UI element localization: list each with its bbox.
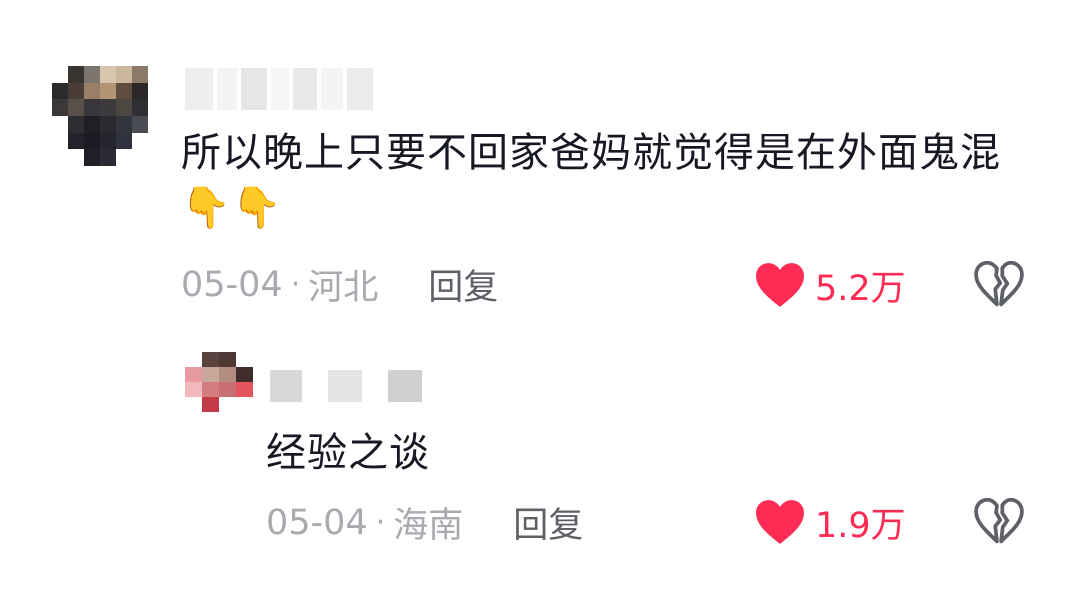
reply-button[interactable]: 回复: [428, 259, 498, 310]
heart-icon: [756, 500, 804, 544]
avatar[interactable]: [185, 352, 253, 412]
meta-separator: ·: [290, 267, 301, 302]
heart-icon: [756, 263, 804, 307]
username-blurred[interactable]: [270, 370, 422, 402]
comment-date: 05-04: [181, 264, 283, 305]
like-button[interactable]: 1.9万: [755, 497, 906, 547]
dislike-button[interactable]: [974, 260, 1024, 311]
like-button[interactable]: 5.2万: [755, 260, 906, 310]
broken-heart-icon: [974, 497, 1024, 544]
like-count: 5.2万: [815, 268, 906, 309]
comment-meta: 05-04 · 河北 回复: [181, 259, 498, 310]
broken-heart-icon: [974, 260, 1024, 307]
meta-separator: ·: [375, 505, 386, 540]
comment-meta: 05-04 · 海南 回复: [266, 497, 583, 548]
avatar[interactable]: [52, 66, 164, 166]
reply-button[interactable]: 回复: [513, 497, 583, 548]
comment-text[interactable]: 所以晚上只要不回家爸妈就觉得是在外面鬼混👇👇: [181, 126, 1001, 236]
comment-date: 05-04: [266, 502, 368, 543]
comment-text[interactable]: 经验之谈: [266, 426, 666, 481]
comment-location: 河北: [308, 268, 379, 308]
dislike-button[interactable]: [974, 497, 1024, 548]
comment-location: 海南: [393, 506, 464, 546]
like-count: 1.9万: [815, 505, 906, 546]
username-blurred[interactable]: [185, 68, 373, 110]
